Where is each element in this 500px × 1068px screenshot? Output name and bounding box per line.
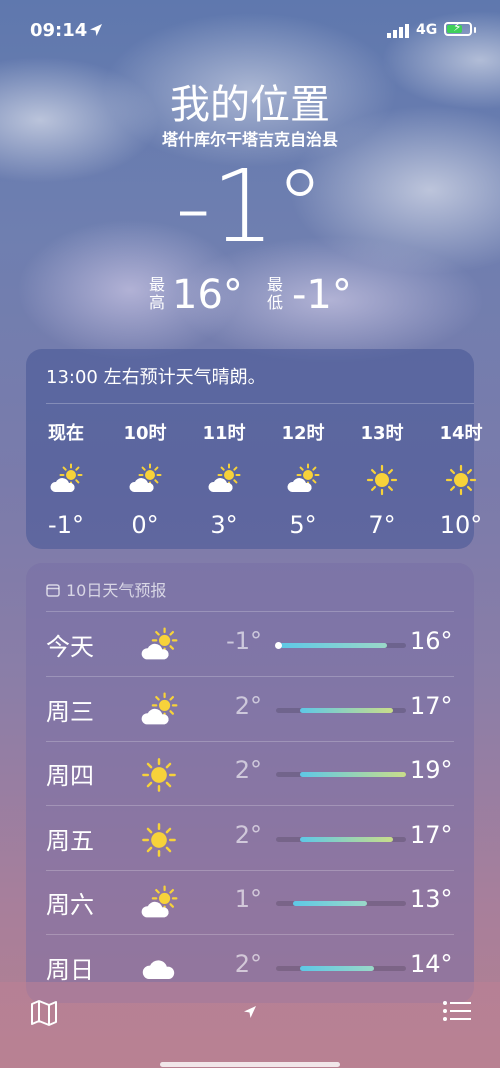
hour-temp: 10° <box>439 511 483 539</box>
current-temperature: -1° <box>175 148 325 265</box>
network-type: 4G <box>416 22 438 38</box>
temp-range-bar <box>276 836 406 842</box>
hour-label: 14时 <box>439 423 483 444</box>
temp-range-fill <box>299 965 374 971</box>
ten-day-header: 10日天气预报 <box>46 577 166 601</box>
hourly-forecast-card[interactable]: 13:00 左右预计天气晴朗。 现在 -1° 10时 0° 11时 3° 12时… <box>26 349 483 549</box>
sun-icon <box>140 756 178 798</box>
hour-label: 10时 <box>123 423 167 444</box>
temp-range-bar <box>276 901 406 906</box>
map-icon[interactable] <box>30 1000 58 1026</box>
partly-sunny-icon <box>115 463 175 497</box>
day-row[interactable]: 周四 2° 19° <box>26 742 474 806</box>
day-high-temp: 16° <box>410 627 453 655</box>
sun-icon <box>140 821 178 863</box>
partly-sunny-icon <box>140 885 178 927</box>
partly-sunny-icon <box>140 692 178 734</box>
day-row[interactable]: 周六 1° 13° <box>26 871 474 935</box>
temp-range-bar <box>276 772 406 777</box>
bottom-toolbar <box>0 982 500 1068</box>
hour-item: 13时 7° <box>352 419 412 539</box>
hour-item: 12时 5° <box>273 419 333 539</box>
day-row[interactable]: 今天 -1° 16° <box>26 613 474 677</box>
day-high-temp: 19° <box>410 756 453 784</box>
battery-cap <box>474 27 476 33</box>
hour-temp: 0° <box>131 511 159 539</box>
day-high-temp: 17° <box>410 691 453 720</box>
day-name: 周三 <box>46 697 94 726</box>
low-temp: -1° <box>292 272 352 318</box>
hour-temp: 3° <box>210 511 238 539</box>
sun-icon <box>431 463 491 497</box>
day-low-temp: 2° <box>234 691 262 720</box>
low-label: 最低 <box>266 275 283 312</box>
day-row[interactable]: 周五 2° 17° <box>26 807 474 871</box>
day-low-temp: 2° <box>234 949 262 978</box>
location-arrow-icon <box>90 24 102 36</box>
partly-sunny-icon <box>273 463 333 497</box>
hour-item: 现在 -1° <box>36 419 96 539</box>
current-location-icon[interactable] <box>242 1004 258 1020</box>
status-time: 09:14 <box>30 20 88 41</box>
day-name: 今天 <box>46 633 94 661</box>
hour-item: 11时 3° <box>194 419 254 539</box>
temp-range-bar <box>275 642 406 649</box>
day-low-temp: 1° <box>234 885 262 913</box>
list-icon[interactable] <box>443 1000 471 1022</box>
current-temp-dot <box>275 642 282 649</box>
signal-icon <box>387 24 409 38</box>
high-low: 最高 16° 最低 -1° <box>0 272 500 322</box>
day-name: 周日 <box>46 955 94 984</box>
status-bar: 09:14 4G ⚡ <box>0 18 500 46</box>
temp-range-fill <box>299 836 393 842</box>
high-label: 最高 <box>148 275 165 312</box>
charging-bolt-icon: ⚡ <box>453 20 462 34</box>
temp-range-fill <box>280 643 387 648</box>
day-name: 周五 <box>46 826 94 855</box>
temp-range-bar <box>276 707 406 713</box>
temp-range-bar <box>276 965 406 971</box>
day-low-temp: 2° <box>234 756 262 784</box>
day-name: 周六 <box>46 891 94 919</box>
temp-range-fill <box>299 707 393 713</box>
hour-label: 13时 <box>360 423 404 444</box>
location-subtitle: 塔什库尔干塔吉克自治县 <box>161 130 338 149</box>
divider <box>46 611 454 612</box>
high-temp: 16° <box>172 272 243 318</box>
ten-day-forecast-card[interactable]: 10日天气预报 今天 -1° 16° 周三 2° 17° 周四 2° 19° 周… <box>26 563 474 1003</box>
temp-range-fill <box>299 772 406 777</box>
day-name: 周四 <box>46 762 94 790</box>
temp-range-fill <box>293 901 367 906</box>
day-high-temp: 13° <box>410 885 453 913</box>
hour-label: 12时 <box>281 423 325 444</box>
day-high-temp: 14° <box>410 949 453 978</box>
hour-item: 10时 0° <box>115 419 175 539</box>
hour-label: 现在 <box>48 423 84 444</box>
partly-sunny-icon <box>36 463 96 497</box>
day-low-temp: 2° <box>234 820 262 849</box>
forecast-summary: 13:00 左右预计天气晴朗。 <box>46 367 266 388</box>
partly-sunny-icon <box>140 627 178 669</box>
divider <box>46 403 474 404</box>
hour-item: 14时 10° <box>431 419 491 539</box>
partly-sunny-icon <box>194 463 254 497</box>
calendar-icon <box>46 584 60 597</box>
ten-day-title: 10日天气预报 <box>66 581 167 600</box>
hour-label: 11时 <box>202 423 246 444</box>
day-row[interactable]: 周三 2° 17° <box>26 678 474 742</box>
hour-temp: 5° <box>289 511 317 539</box>
location-title: 我的位置 <box>170 82 330 128</box>
hour-temp: 7° <box>368 511 396 539</box>
home-indicator <box>160 1062 340 1067</box>
day-low-temp: -1° <box>226 627 262 655</box>
sun-icon <box>352 463 412 497</box>
day-high-temp: 17° <box>410 820 453 849</box>
hour-temp: -1° <box>48 511 84 539</box>
